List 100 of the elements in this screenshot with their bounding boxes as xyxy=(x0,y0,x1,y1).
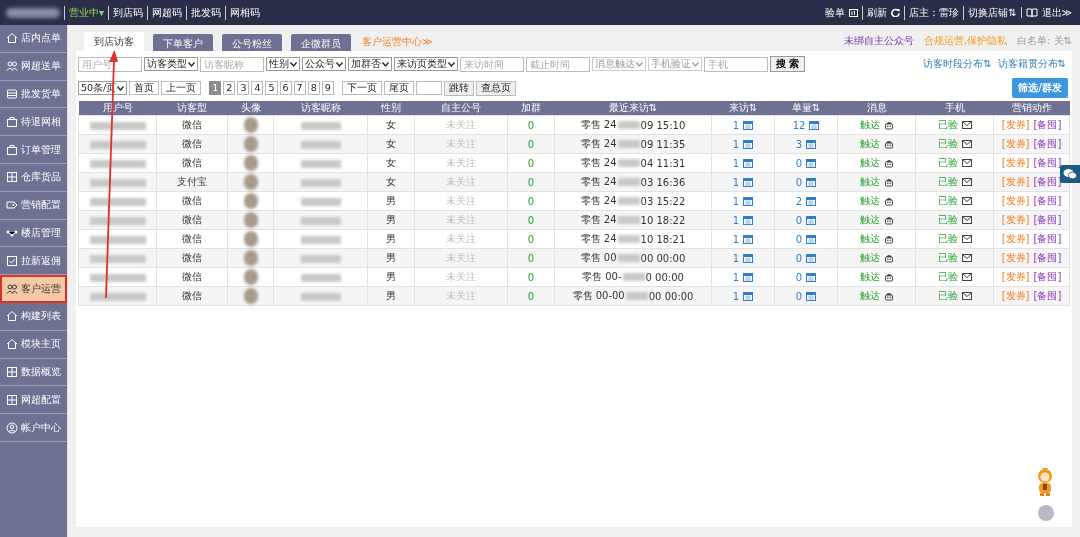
calendar-icon[interactable] xyxy=(743,215,754,225)
page-number[interactable]: 9 xyxy=(321,81,334,95)
tab[interactable]: 下单客户 xyxy=(153,34,213,51)
book-icon[interactable] xyxy=(1025,7,1038,18)
sidebar-item[interactable]: 待退网相 xyxy=(0,108,67,137)
note-link[interactable]: [备囤] xyxy=(1033,213,1062,227)
message-link[interactable]: 触达 xyxy=(859,137,880,151)
phone-verified-link[interactable]: 已验 xyxy=(937,251,958,265)
sidebar-item[interactable]: 数据概览 xyxy=(0,358,67,387)
visit-count-link[interactable]: 1 xyxy=(732,157,740,169)
order-count-link[interactable]: 0 xyxy=(795,271,803,283)
phone-verified-link[interactable]: 已验 xyxy=(937,289,958,303)
note-link[interactable]: [备囤] xyxy=(1033,118,1062,132)
calendar-icon[interactable] xyxy=(806,253,817,263)
envelope-icon[interactable] xyxy=(961,254,972,262)
message-link[interactable]: 触达 xyxy=(859,289,880,303)
page-number[interactable]: 3 xyxy=(237,81,250,95)
order-count-link[interactable]: 12 xyxy=(792,119,806,131)
phone-verified-link[interactable]: 已验 xyxy=(937,137,958,151)
business-status[interactable]: 营业中▾ xyxy=(64,5,105,20)
note-link[interactable]: [备囤] xyxy=(1033,251,1062,265)
coupon-link[interactable]: [发券] xyxy=(1001,194,1030,208)
distribution-link[interactable]: 访客籍贯分布⇅ xyxy=(997,57,1066,71)
message-link[interactable]: 触达 xyxy=(859,213,880,227)
visit-count-link[interactable]: 1 xyxy=(732,233,740,245)
top-link[interactable]: 网相码 xyxy=(225,5,261,20)
coupon-link[interactable]: [发券] xyxy=(1001,175,1030,189)
calendar-icon[interactable] xyxy=(743,139,754,149)
envelope-icon[interactable] xyxy=(961,292,972,300)
visit-count-link[interactable]: 1 xyxy=(732,271,740,283)
message-link[interactable]: 触达 xyxy=(859,232,880,246)
sidebar-item[interactable]: 批发货单 xyxy=(0,80,67,109)
calendar-icon[interactable] xyxy=(743,196,754,206)
customer-center-link[interactable]: 客户运营中心≫ xyxy=(362,34,433,49)
calendar-icon[interactable] xyxy=(743,253,754,263)
sidebar-item[interactable]: 营销配置 xyxy=(0,191,67,220)
page-number[interactable]: 7 xyxy=(293,81,306,95)
filter-dropdown[interactable]: 来访页类型 xyxy=(394,57,458,71)
filter-dropdown[interactable]: 访客类型 xyxy=(144,57,198,71)
message-link[interactable]: 触达 xyxy=(859,251,880,265)
coupon-link[interactable]: [发券] xyxy=(1001,118,1030,132)
visit-count-link[interactable]: 1 xyxy=(732,138,740,150)
search-button[interactable]: 搜 索 xyxy=(770,56,806,72)
page-number[interactable]: 1 xyxy=(209,81,222,95)
phone-verified-link[interactable]: 已验 xyxy=(937,118,958,132)
first-page-button[interactable]: 首页 xyxy=(129,81,160,95)
top-link[interactable]: 到店码 xyxy=(108,5,144,20)
filter-broadcast-button[interactable]: 筛选/群发 xyxy=(1012,78,1068,98)
robot-icon[interactable] xyxy=(883,196,894,206)
calendar-icon[interactable] xyxy=(806,139,817,149)
phone-verified-link[interactable]: 已验 xyxy=(937,194,958,208)
calendar-icon[interactable] xyxy=(743,158,754,168)
phone-verified-link[interactable]: 已验 xyxy=(937,156,958,170)
switch-store-link[interactable]: 切换店铺⇅ xyxy=(963,5,1017,20)
sidebar-item[interactable]: 帐户中心 xyxy=(0,414,67,442)
sidebar-item[interactable]: 网超送单 xyxy=(0,52,67,81)
visit-count-link[interactable]: 1 xyxy=(732,195,740,207)
phone-verified-link[interactable]: 已验 xyxy=(937,175,958,189)
sidebar-item[interactable]: 网超配置 xyxy=(0,386,67,415)
calendar-icon[interactable] xyxy=(806,215,817,225)
phone-verified-link[interactable]: 已验 xyxy=(937,213,958,227)
calendar-icon[interactable] xyxy=(809,120,820,130)
page-number[interactable]: 8 xyxy=(307,81,320,95)
page-number[interactable]: 5 xyxy=(265,81,278,95)
sidebar-item[interactable]: 订单管理 xyxy=(0,136,67,164)
note-link[interactable]: [备囤] xyxy=(1033,137,1062,151)
refresh-link[interactable]: 刷新 xyxy=(862,5,888,20)
robot-icon[interactable] xyxy=(883,177,894,187)
message-link[interactable]: 触达 xyxy=(859,270,880,284)
envelope-icon[interactable] xyxy=(961,159,972,167)
jump-button[interactable]: 跳转 xyxy=(443,80,474,96)
sidebar-item[interactable]: 楼店管理 xyxy=(0,219,67,248)
calendar-icon[interactable] xyxy=(806,177,817,187)
notice-link[interactable]: 未绑自主公众号 xyxy=(843,34,914,48)
note-link[interactable]: [备囤] xyxy=(1033,270,1062,284)
robot-icon[interactable] xyxy=(883,139,894,149)
note-link[interactable]: [备囤] xyxy=(1033,289,1062,303)
sidebar-item[interactable]: 构建列表 xyxy=(0,302,67,331)
calendar-icon[interactable] xyxy=(743,177,754,187)
envelope-icon[interactable] xyxy=(961,121,972,129)
tab[interactable]: 到店访客 xyxy=(84,32,144,51)
coupon-link[interactable]: [发券] xyxy=(1001,137,1030,151)
order-count-link[interactable]: 0 xyxy=(795,252,803,264)
visit-count-link[interactable]: 1 xyxy=(732,119,740,131)
calendar-icon[interactable] xyxy=(743,291,754,301)
calendar-icon[interactable] xyxy=(806,158,817,168)
order-count-link[interactable]: 0 xyxy=(795,233,803,245)
envelope-icon[interactable] xyxy=(961,178,972,186)
filter-dropdown[interactable]: 公众号 xyxy=(302,57,346,71)
tab[interactable]: 公号粉丝 xyxy=(222,34,282,51)
order-count-link[interactable]: 2 xyxy=(795,195,803,207)
coupon-link[interactable]: [发券] xyxy=(1001,289,1030,303)
message-link[interactable]: 触达 xyxy=(859,118,880,132)
tab[interactable]: 企微群员 xyxy=(291,34,351,51)
calendar-icon[interactable] xyxy=(806,196,817,206)
next-page-button[interactable]: 下一页 xyxy=(341,81,382,95)
robot-icon[interactable] xyxy=(883,272,894,282)
sidebar-item[interactable]: 店内点单 xyxy=(0,25,67,53)
robot-icon[interactable] xyxy=(883,215,894,225)
logout-link[interactable]: 退出≫ xyxy=(1041,5,1072,20)
